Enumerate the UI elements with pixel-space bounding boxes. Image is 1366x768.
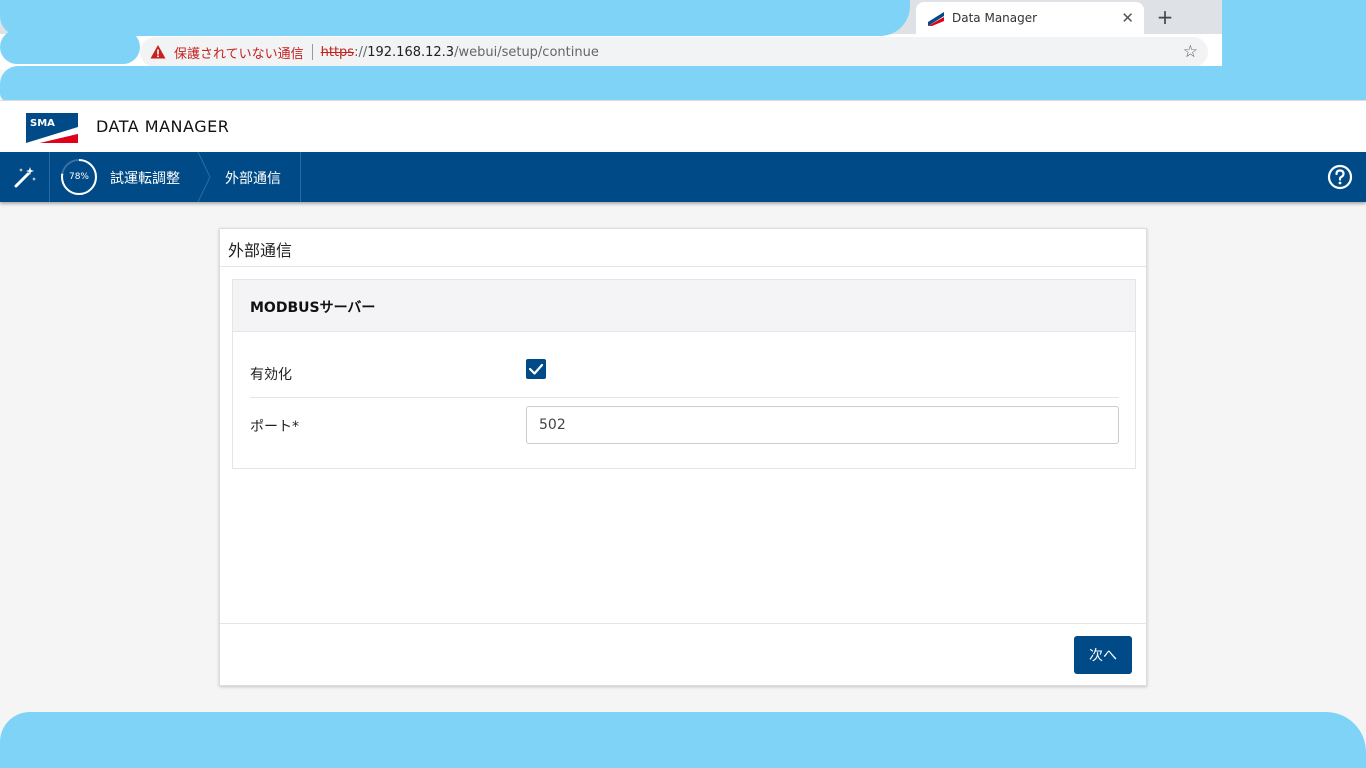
close-icon[interactable]: ✕ (1121, 9, 1134, 27)
next-button[interactable]: 次へ (1074, 636, 1132, 674)
sma-logo: SMA (26, 113, 78, 143)
sma-favicon-icon (928, 10, 944, 26)
security-label[interactable]: 保護されていない通信 (174, 43, 304, 62)
settings-card: 外部通信 MODBUSサーバー 有効化 ポート* 次へ (219, 228, 1147, 686)
browser-tab-active[interactable]: Data Manager ✕ (916, 2, 1144, 34)
breadcrumb-separator-icon (197, 152, 211, 202)
divider (220, 623, 1146, 624)
browser-toolbar: 保護されていない通信 https :// 192.168.12.3 /webui… (0, 34, 1366, 70)
redaction-scribble (0, 0, 910, 36)
divider (220, 266, 1146, 267)
card-title: 外部通信 (228, 241, 293, 260)
section-header: MODBUSサーバー (233, 280, 1135, 332)
address-bar[interactable]: 保護されていない通信 https :// 192.168.12.3 /webui… (140, 37, 1208, 67)
url-path: /webui/setup/continue (454, 44, 599, 60)
url-scheme-separator: :// (354, 44, 368, 60)
redaction-scribble (0, 66, 1366, 102)
section-title: MODBUSサーバー (250, 300, 376, 316)
enable-label: 有効化 (250, 367, 292, 383)
star-icon[interactable]: ☆ (1183, 42, 1198, 62)
redaction-scribble (1222, 0, 1366, 102)
setup-navbar: 78% 試運転調整 外部通信 (0, 152, 1366, 202)
warning-icon (150, 45, 166, 59)
breadcrumb-external-communication[interactable]: 外部通信 (225, 168, 281, 188)
port-input[interactable] (526, 406, 1119, 444)
app-header: SMA DATA MANAGER (0, 100, 1366, 152)
checkmark-icon (528, 363, 544, 375)
app-title: DATA MANAGER (96, 117, 230, 136)
breadcrumb-commissioning[interactable]: 試運転調整 (110, 168, 180, 188)
enable-checkbox[interactable] (526, 359, 546, 379)
divider (250, 397, 1119, 398)
breadcrumb-divider (300, 152, 301, 202)
redaction-scribble (0, 712, 1366, 768)
svg-text:SMA: SMA (30, 118, 55, 129)
redaction-scribble (0, 30, 140, 64)
url-scheme: https (320, 44, 355, 60)
magic-wand-icon[interactable] (0, 152, 50, 202)
port-label: ポート* (250, 419, 299, 435)
plus-icon[interactable]: + (1152, 4, 1178, 30)
modbus-section: MODBUSサーバー 有効化 ポート* (232, 279, 1136, 469)
progress-percent: 78% (68, 172, 89, 182)
omnibox-divider (311, 44, 313, 60)
tab-title: Data Manager (952, 11, 1038, 25)
url-host: 192.168.12.3 (367, 44, 455, 60)
question-icon[interactable] (1327, 164, 1353, 190)
